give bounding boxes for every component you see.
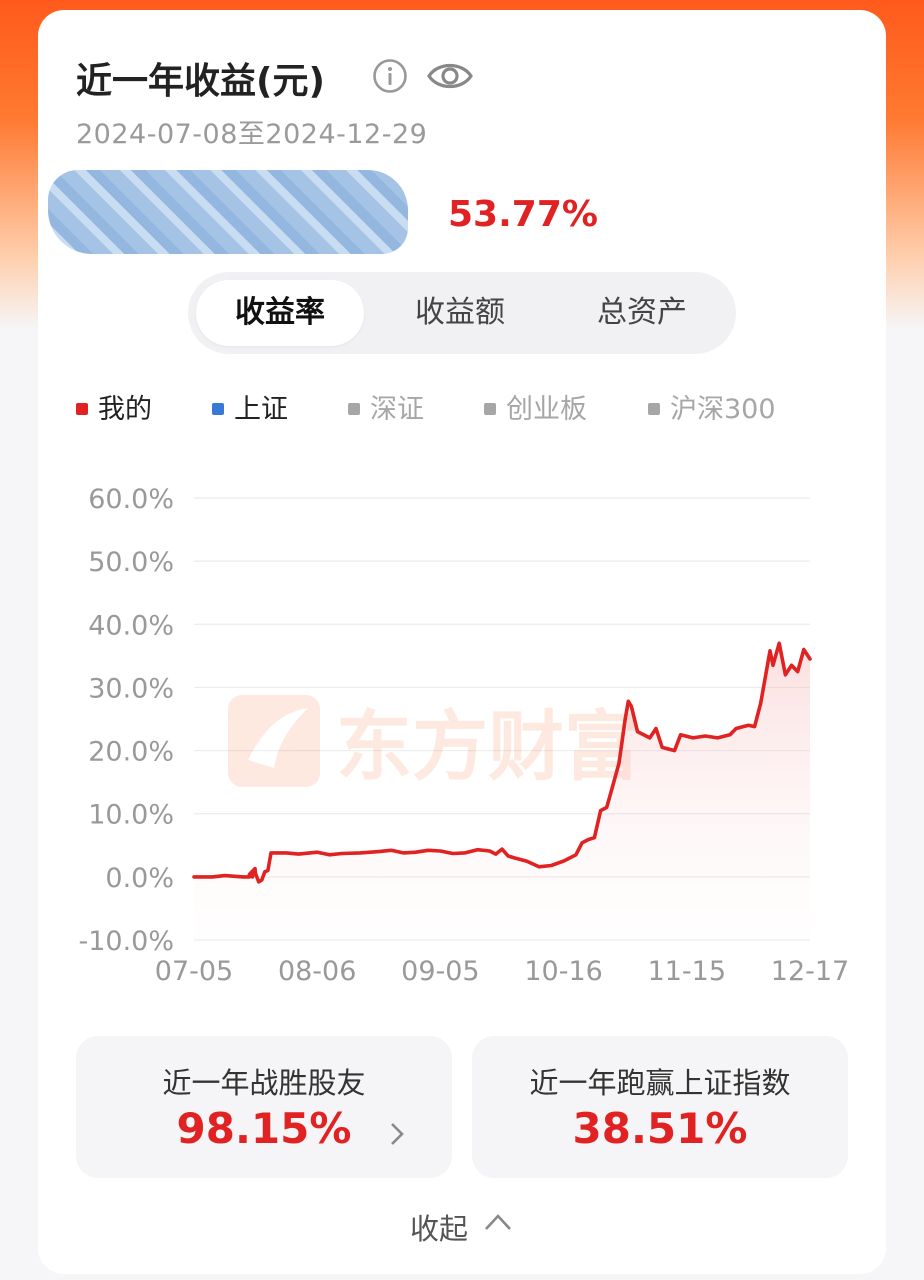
x-tick-label: 11-15 <box>648 956 726 987</box>
date-range: 2024-07-08至2024-12-29 <box>76 119 428 150</box>
y-tick-label: 10.0% <box>88 800 174 831</box>
legend-swatch-mine <box>76 403 88 415</box>
y-tick-label: 30.0% <box>88 673 174 704</box>
returns-card: 近一年收益(元) 2024-07-08至2024-12-29 53.77% 收益… <box>38 10 886 1274</box>
beat-index-label: 近一年跑赢上证指数 <box>529 1066 791 1100</box>
legend-swatch-csi300 <box>648 403 660 415</box>
tab-return-rate[interactable]: 收益率 <box>196 280 364 346</box>
y-tick-label: 0.0% <box>105 863 174 894</box>
chart-legend: 我的 上证 深证 创业板 沪深300 <box>76 390 886 430</box>
legend-swatch-chinext <box>484 403 496 415</box>
return-chart: 东方财富 60.0% 50.0% 40.0% 30.0% 20.0% 10.0% 0.0% -… <box>78 484 849 987</box>
beat-peers-label: 近一年战胜股友 <box>162 1066 366 1100</box>
y-tick-label: 20.0% <box>88 737 174 768</box>
y-tick-label: 60.0% <box>88 484 174 515</box>
legend-item-csi300[interactable]: 沪深300 <box>648 390 776 430</box>
tab-total-assets[interactable]: 总资产 <box>558 280 726 346</box>
legend-swatch-shanghai <box>212 403 224 415</box>
info-icon[interactable] <box>372 58 408 94</box>
legend-item-chinext[interactable]: 创业板 <box>484 390 587 430</box>
chevron-right-icon <box>391 1123 404 1145</box>
chevron-up-icon <box>485 1214 511 1230</box>
legend-label: 上证 <box>234 394 288 425</box>
watermark: 东方财富 <box>228 695 640 791</box>
x-tick-label: 12-17 <box>771 956 849 987</box>
x-tick-label: 10-16 <box>524 956 602 987</box>
legend-item-shanghai[interactable]: 上证 <box>212 390 288 430</box>
y-tick-label: -10.0% <box>78 926 174 957</box>
legend-label: 沪深300 <box>670 394 776 425</box>
legend-item-mine[interactable]: 我的 <box>76 390 152 430</box>
y-axis-ticks: 60.0% 50.0% 40.0% 30.0% 20.0% 10.0% 0.0% -10.0% <box>78 484 174 957</box>
eye-icon[interactable] <box>426 56 474 96</box>
legend-item-shenzhen[interactable]: 深证 <box>348 390 424 430</box>
legend-label: 深证 <box>370 394 424 425</box>
x-tick-label: 09-05 <box>401 956 479 987</box>
watermark-text: 东方财富 <box>336 702 640 791</box>
masked-amount <box>48 170 408 254</box>
legend-label: 我的 <box>98 394 152 425</box>
collapse-control[interactable]: 收起 <box>38 1206 886 1248</box>
metric-tabs: 收益率 收益额 总资产 <box>188 272 736 354</box>
legend-swatch-shenzhen <box>348 403 360 415</box>
beat-peers-card[interactable]: 近一年战胜股友 98.15% <box>76 1036 452 1178</box>
y-tick-label: 40.0% <box>88 610 174 641</box>
total-return: 53.77% <box>448 194 598 235</box>
legend-label: 创业板 <box>506 394 587 425</box>
collapse-label: 收起 <box>409 1212 468 1246</box>
x-axis-ticks: 07-05 08-06 09-05 10-16 11-15 12-17 <box>155 956 849 987</box>
y-tick-label: 50.0% <box>88 547 174 578</box>
x-tick-label: 07-05 <box>155 956 233 987</box>
tab-return-amount[interactable]: 收益额 <box>376 280 544 346</box>
beat-index-card: 近一年跑赢上证指数 38.51% <box>472 1036 848 1178</box>
x-tick-label: 08-06 <box>278 956 356 987</box>
card-title: 近一年收益(元) <box>76 61 325 102</box>
beat-index-value: 38.51% <box>572 1104 748 1153</box>
